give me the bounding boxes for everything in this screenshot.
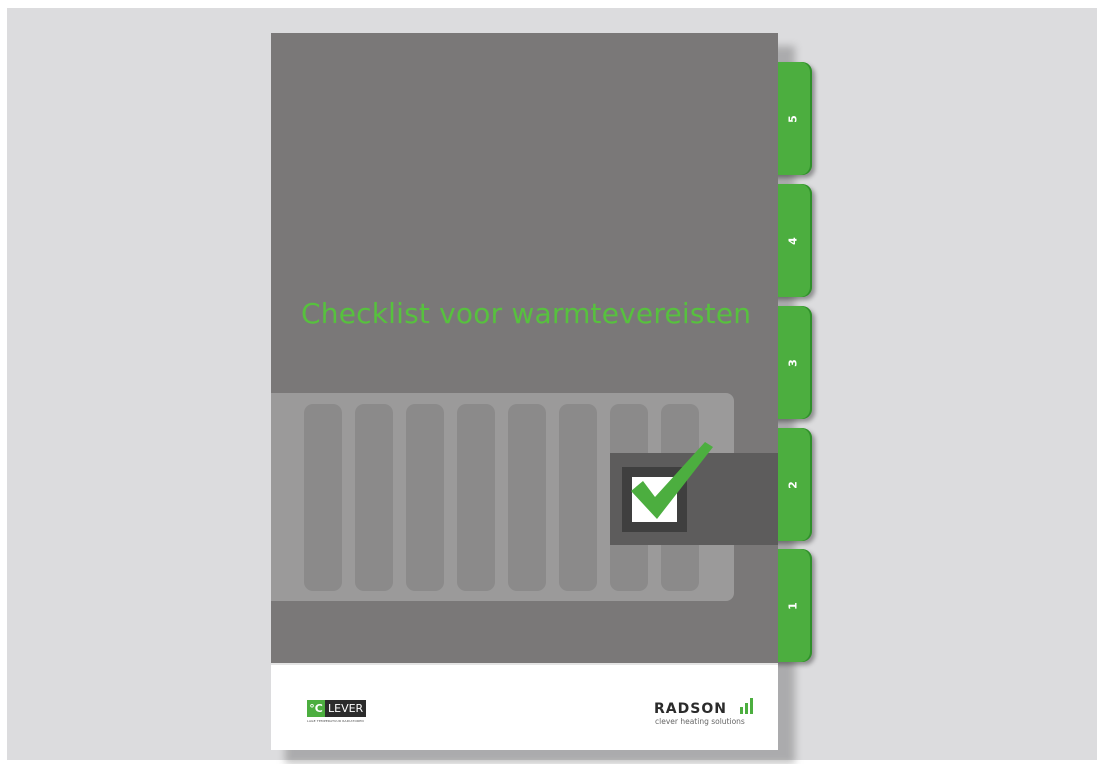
checkmark-icon: [631, 442, 713, 519]
radson-logo: RADSON: [654, 701, 727, 717]
clever-tagline: LAGE TEMPERATUUR RADIATOREN: [307, 719, 364, 723]
cover-title: Checklist voor warmtevereisten: [301, 297, 752, 330]
radiator-fin: [355, 404, 393, 591]
radson-tagline: clever heating solutions: [655, 717, 745, 726]
brochure-cover: Checklist voor warmtevereisten °C LEVER …: [271, 33, 778, 750]
index-tab-label: 2: [786, 480, 800, 489]
radiator-fin: [457, 404, 495, 591]
radiator-fin: [508, 404, 546, 591]
index-tab-label: 3: [786, 358, 800, 367]
clever-degree-mark: °C: [307, 700, 325, 717]
cover-footer: °C LEVER LAGE TEMPERATUUR RADIATOREN RAD…: [271, 663, 778, 750]
clever-wordmark: LEVER: [325, 700, 367, 717]
radiator-fin: [406, 404, 444, 591]
clever-logo: °C LEVER: [307, 700, 367, 717]
radiator-fin: [304, 404, 342, 591]
radiator-fin: [559, 404, 597, 591]
index-tab-label: 1: [786, 601, 800, 610]
index-tab-label: 5: [786, 114, 800, 123]
index-tab-label: 4: [786, 236, 800, 245]
signal-bars-icon: [740, 698, 753, 714]
